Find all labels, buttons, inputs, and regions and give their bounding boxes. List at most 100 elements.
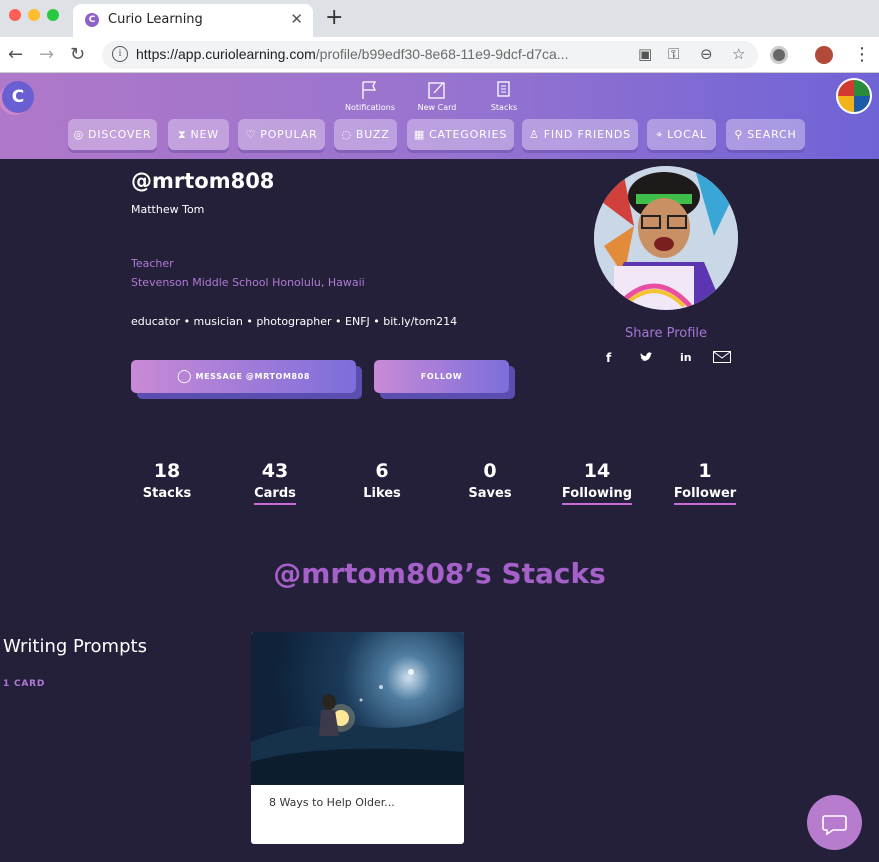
stat-label: Stacks: [142, 486, 192, 501]
profile-photo: [594, 166, 738, 310]
stat-value: 0: [483, 460, 497, 482]
nav-new[interactable]: ⧗ NEW: [168, 119, 229, 150]
stat-value: 18: [153, 460, 181, 482]
new-tab-icon[interactable]: +: [325, 5, 343, 30]
message-icon: ◯: [176, 369, 193, 384]
people-icon: ♙: [529, 128, 540, 141]
compass-icon: ◎: [73, 128, 85, 141]
email-icon[interactable]: [713, 351, 731, 366]
nav-categories[interactable]: ▦ CATEGORIES: [407, 119, 514, 150]
key-icon[interactable]: ⚿: [668, 45, 679, 63]
stat-value: 6: [375, 460, 389, 482]
flag-icon: [362, 81, 377, 99]
stat-value: 1: [698, 460, 712, 482]
message-label: MESSAGE @MRTOM808: [195, 372, 311, 381]
tab-title: Curio Learning: [108, 12, 203, 27]
profile-role: Teacher: [131, 257, 174, 270]
stat-label: Cards: [254, 486, 296, 505]
maximize-window-button[interactable]: [47, 9, 59, 21]
profile-handle: @mrtom808: [131, 169, 275, 193]
stat-follower[interactable]: 1 Follower: [660, 460, 750, 505]
stat-stacks[interactable]: 18 Stacks: [122, 460, 212, 503]
heart-icon: ♡: [245, 128, 257, 141]
stat-label: Follower: [673, 486, 737, 505]
card-title: 8 Ways to Help Older...: [269, 796, 395, 809]
card-image: [251, 632, 464, 785]
nav-label: CATEGORIES: [429, 128, 508, 141]
reload-icon[interactable]: ↻: [70, 44, 85, 65]
profile-avatar: [594, 166, 738, 310]
blocked-popup-icon[interactable]: ▣: [638, 45, 652, 63]
stat-saves[interactable]: 0 Saves: [445, 460, 535, 503]
edit-icon: [428, 82, 445, 99]
follow-label: FOLLOW: [420, 372, 463, 381]
stat-likes[interactable]: 6 Likes: [337, 460, 427, 503]
bookmark-star-icon[interactable]: ☆: [732, 45, 745, 63]
nav-find-friends[interactable]: ♙ FIND FRIENDS: [522, 119, 638, 150]
browser-tab[interactable]: C Curio Learning ✕: [73, 4, 313, 37]
zoom-icon[interactable]: ⊖: [700, 45, 713, 63]
stack-card[interactable]: 8 Ways to Help Older...: [251, 632, 464, 844]
follow-button[interactable]: FOLLOW: [374, 360, 509, 393]
stacks-label: Stacks: [490, 103, 518, 112]
notifications-label: Notifications: [344, 103, 396, 112]
notifications-button[interactable]: Notifications: [335, 79, 405, 112]
curio-logo[interactable]: C: [2, 81, 34, 113]
twitter-icon[interactable]: [640, 351, 653, 366]
stack-card-count: 1 CARD: [3, 679, 46, 689]
hourglass-icon: ⧗: [178, 128, 187, 141]
tab-favicon: C: [85, 13, 99, 27]
search-icon: ⚲: [734, 128, 744, 141]
share-profile-label: Share Profile: [624, 326, 708, 341]
site-header: C Notifications New Card Stacks ◎ DISCOVE…: [0, 73, 879, 159]
profile-name: Matthew Tom: [131, 203, 205, 216]
url-text[interactable]: https://app.curiolearning.com/profile/b9…: [136, 46, 568, 62]
nav-local[interactable]: ⌖ LOCAL: [647, 119, 716, 150]
address-bar[interactable]: i https://app.curiolearning.com/profile/…: [102, 41, 758, 69]
nav-discover[interactable]: ◎ DISCOVER: [68, 119, 157, 150]
browser-toolbar: ← → ↻ i https://app.curiolearning.com/pr…: [0, 37, 879, 73]
forward-arrow-icon[interactable]: →: [39, 44, 54, 65]
back-arrow-icon[interactable]: ←: [8, 44, 23, 65]
stacks-button[interactable]: Stacks: [469, 79, 539, 112]
close-window-button[interactable]: [9, 9, 21, 21]
nav-search[interactable]: ⚲ SEARCH: [726, 119, 805, 150]
close-tab-icon[interactable]: ✕: [290, 10, 303, 28]
browser-tab-bar: C Curio Learning ✕ +: [0, 0, 879, 37]
nav-label: SEARCH: [747, 128, 797, 141]
stat-following[interactable]: 14 Following: [552, 460, 642, 505]
profile-bio: educator • musician • photographer • ENF…: [131, 315, 458, 328]
extension-icon[interactable]: [770, 46, 788, 64]
grid-icon: ▦: [413, 128, 426, 141]
nav-label: FIND FRIENDS: [543, 128, 631, 141]
new-card-button[interactable]: New Card: [402, 79, 472, 112]
stat-value: 43: [261, 460, 289, 482]
pin-icon: ⌖: [656, 128, 664, 141]
stat-label: Likes: [363, 486, 401, 501]
linkedin-icon[interactable]: in: [680, 351, 692, 364]
facebook-icon[interactable]: f: [606, 351, 611, 365]
browser-menu-icon[interactable]: ⋮: [853, 44, 871, 65]
nav-label: LOCAL: [667, 128, 707, 141]
stacks-icon: [497, 81, 510, 97]
profile-avatar-icon[interactable]: [815, 46, 833, 64]
message-button[interactable]: ◯ MESSAGE @MRTOM808: [131, 360, 356, 393]
nav-label: DISCOVER: [88, 128, 152, 141]
stat-cards[interactable]: 43 Cards: [230, 460, 320, 505]
nav-label: BUZZ: [355, 128, 390, 141]
new-card-label: New Card: [417, 103, 457, 112]
stacks-heading: @mrtom808’s Stacks: [273, 557, 606, 590]
nav-label: NEW: [190, 128, 219, 141]
user-avatar[interactable]: [836, 78, 872, 114]
nav-buzz[interactable]: ◌ BUZZ: [334, 119, 397, 150]
nav-popular[interactable]: ♡ POPULAR: [238, 119, 325, 150]
profile-school: Stevenson Middle School Honolulu, Hawaii: [131, 276, 365, 289]
stat-label: Following: [561, 486, 633, 505]
nav-label: POPULAR: [260, 128, 318, 141]
chat-icon: ◌: [341, 128, 352, 141]
chat-button[interactable]: [807, 795, 862, 850]
stack-name[interactable]: Writing Prompts: [3, 636, 147, 657]
minimize-window-button[interactable]: [28, 9, 40, 21]
stat-value: 14: [583, 460, 611, 482]
info-icon[interactable]: i: [112, 46, 128, 62]
